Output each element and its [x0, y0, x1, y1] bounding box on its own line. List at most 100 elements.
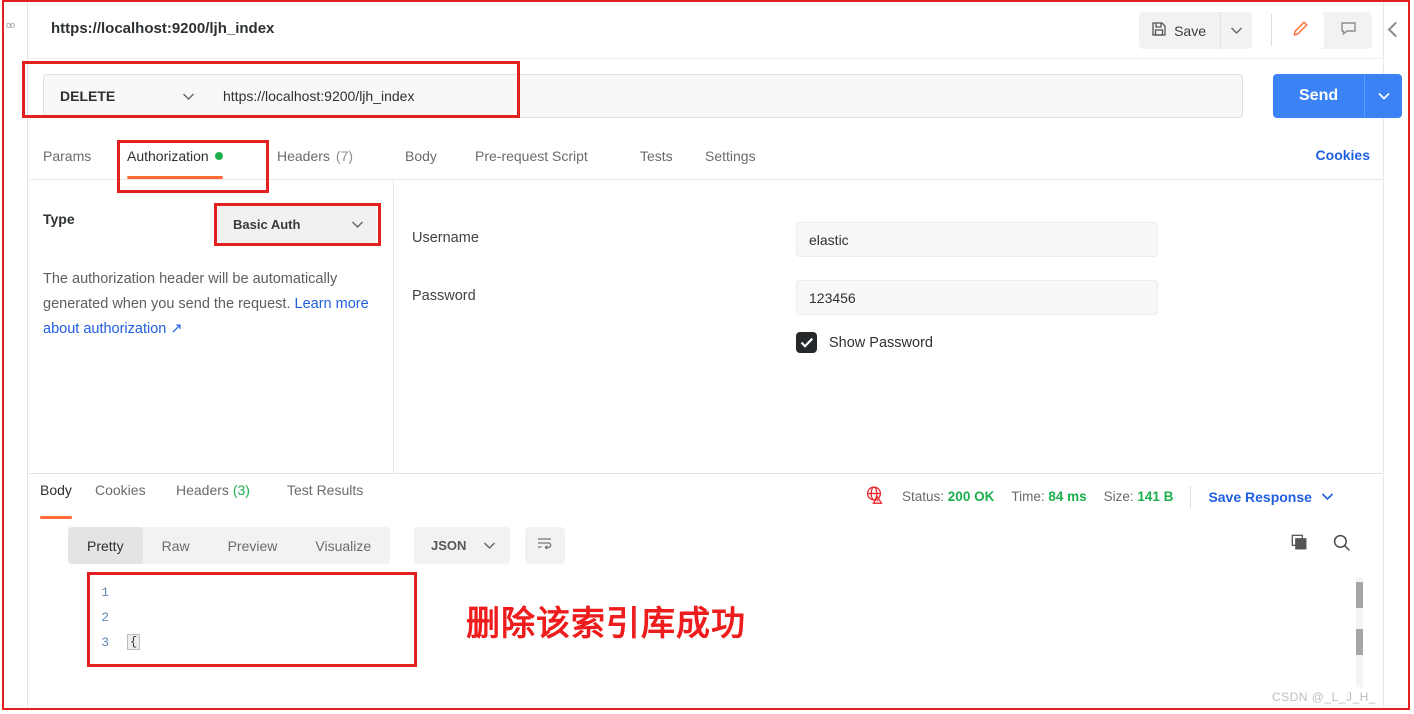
toolbar-divider [1271, 14, 1272, 46]
response-language-select[interactable]: JSON [414, 527, 511, 564]
response-tab-test-results[interactable]: Test Results [287, 482, 363, 519]
response-language-value: JSON [431, 538, 467, 553]
page-title: https://localhost:9200/ljh_index [51, 20, 275, 37]
response-status-bar: Status: 200 OK Time: 84 ms Size: 141 B S… [865, 485, 1334, 508]
format-tab-pretty[interactable]: Pretty [68, 527, 143, 564]
line-number: 3 [101, 635, 109, 650]
save-dropdown-button[interactable] [1220, 12, 1252, 49]
unsaved-dot-icon [214, 152, 223, 160]
code-line: "acknowledged": true [127, 705, 321, 709]
tab-authorization[interactable]: Authorization [127, 133, 223, 179]
code-content: { "acknowledged": true } [127, 580, 321, 709]
save-button[interactable]: Save [1139, 12, 1220, 49]
tab-params[interactable]: Params [43, 133, 91, 179]
line-number: 2 [101, 610, 109, 625]
left-rail: oo [4, 2, 28, 708]
auth-type-column: Type Basic Auth The authorization header… [29, 180, 394, 473]
time-value: 84 ms [1048, 489, 1087, 504]
postman-window: oo https://localhost:9200/ljh_index Save [0, 0, 1414, 714]
auth-type-label: Type [43, 211, 75, 227]
format-tab-visualize[interactable]: Visualize [296, 527, 390, 564]
active-response-tab-underline [40, 516, 72, 519]
auth-type-select[interactable]: Basic Auth [217, 205, 377, 243]
wrap-lines-icon [536, 535, 554, 556]
response-tab-headers[interactable]: Headers (3) [176, 482, 250, 519]
code-line-numbers: 1 2 3 [89, 580, 109, 655]
comment-icon [1340, 20, 1357, 42]
request-tab-bar: Params Authorization Headers (7) Body Pr… [29, 133, 1382, 180]
response-panel: Body Cookies Headers (3) Test Results St… [29, 473, 1382, 708]
url-bar-row: DELETE Send [29, 59, 1403, 133]
external-link-icon: ↗ [166, 321, 183, 337]
response-tab-headers-count: (3) [232, 482, 250, 498]
view-mode-toggle [1276, 12, 1372, 49]
http-method-select[interactable]: DELETE [44, 75, 209, 117]
tab-body[interactable]: Body [405, 133, 437, 179]
response-format-tabs: Pretty Raw Preview Visualize [68, 527, 391, 564]
rail-glyph-icon: oo [6, 20, 15, 30]
copy-icon[interactable] [1290, 533, 1310, 558]
size-label: Size: [1103, 489, 1134, 504]
time-label: Time: [1011, 489, 1045, 504]
auth-type-value: Basic Auth [233, 216, 301, 232]
save-response-button[interactable]: Save Response [1208, 489, 1334, 505]
chevron-down-icon [182, 92, 195, 101]
watermark: CSDN @_L_J_H_ [1271, 690, 1376, 704]
response-tab-test-results-label: Test Results [287, 482, 364, 498]
format-tab-preview[interactable]: Preview [209, 527, 297, 564]
show-password-toggle[interactable]: Show Password [796, 332, 933, 353]
password-label: Password [412, 288, 476, 304]
tab-headers[interactable]: Headers (7) [277, 133, 353, 179]
tab-pre-request-script[interactable]: Pre-request Script [475, 133, 588, 179]
tab-body-label: Body [405, 148, 437, 164]
request-title-bar: https://localhost:9200/ljh_index Save [29, 2, 1382, 59]
method-url-group: DELETE [43, 74, 1243, 118]
password-input[interactable] [796, 280, 1158, 315]
cookies-link[interactable]: Cookies [1316, 147, 1370, 163]
response-scrollbar-thumb-secondary[interactable] [1356, 629, 1363, 655]
send-group: Send [1273, 74, 1403, 118]
tab-tests[interactable]: Tests [640, 133, 673, 179]
active-tab-underline [127, 176, 223, 179]
comment-mode-button[interactable] [1324, 12, 1372, 49]
http-method-value: DELETE [60, 88, 116, 104]
save-group: Save [1139, 12, 1252, 49]
response-format-bar: Pretty Raw Preview Visualize JSON [29, 520, 1382, 572]
tab-params-label: Params [43, 148, 92, 164]
annotation-note-chinese: 删除该索引库成功 [466, 604, 746, 644]
authorization-panel: Type Basic Auth The authorization header… [29, 180, 1382, 473]
auth-description: The authorization header will be automat… [43, 267, 383, 342]
response-tab-cookies-label: Cookies [95, 482, 146, 498]
response-tab-body[interactable]: Body [40, 482, 72, 519]
edit-mode-button[interactable] [1276, 12, 1324, 49]
tab-headers-count: (7) [335, 148, 354, 164]
tab-headers-label: Headers [277, 148, 330, 164]
globe-warning-icon [865, 485, 885, 508]
format-tab-raw[interactable]: Raw [143, 527, 209, 564]
chevron-down-icon [351, 220, 364, 229]
send-button[interactable]: Send [1273, 74, 1365, 118]
save-response-label: Save Response [1208, 488, 1312, 505]
username-input[interactable] [796, 222, 1158, 257]
wrap-lines-button[interactable] [525, 527, 565, 564]
code-line: { [127, 630, 321, 655]
tab-authorization-label: Authorization [127, 148, 209, 164]
response-scrollbar-thumb[interactable] [1356, 582, 1363, 608]
line-number: 1 [101, 585, 109, 600]
send-dropdown-button[interactable] [1364, 74, 1403, 118]
chevron-left-icon[interactable] [1387, 21, 1404, 38]
search-icon[interactable] [1332, 533, 1352, 558]
fold-open-brace[interactable]: { [127, 634, 141, 650]
show-password-checkbox[interactable] [796, 332, 817, 353]
pencil-icon [1292, 20, 1309, 42]
save-button-label: Save [1174, 22, 1206, 39]
url-input[interactable] [209, 75, 1242, 117]
status-value: 200 OK [947, 489, 995, 504]
tab-settings[interactable]: Settings [705, 133, 756, 179]
size-value: 141 B [1137, 489, 1174, 504]
auth-credentials-column: Username Password Show Password [394, 180, 1382, 473]
response-tab-bar: Body Cookies Headers (3) Test Results St… [29, 474, 1382, 520]
chevron-down-icon [483, 541, 496, 550]
tab-settings-label: Settings [705, 148, 756, 164]
response-tab-cookies[interactable]: Cookies [95, 482, 146, 519]
